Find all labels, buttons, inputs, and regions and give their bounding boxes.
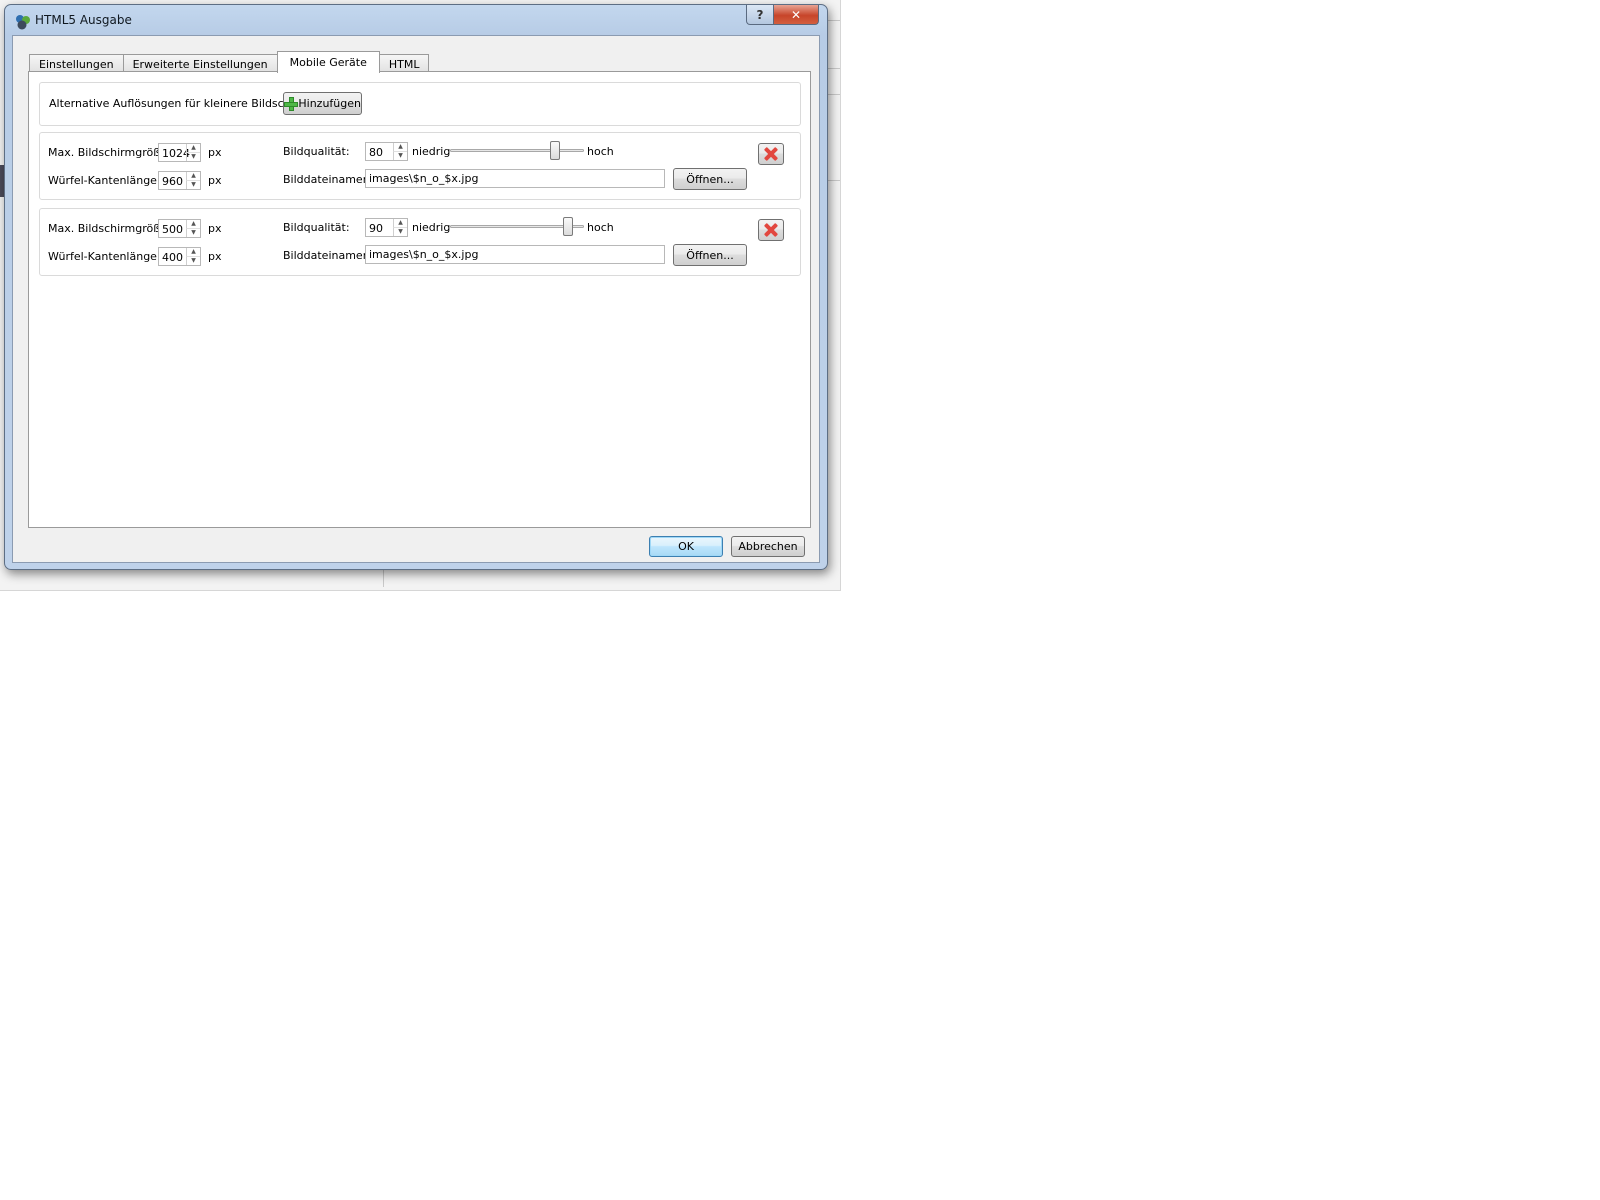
image-filename-input[interactable] xyxy=(365,169,665,188)
slider-thumb[interactable] xyxy=(562,217,573,236)
mobile-devices-panel: Alternative Auflösungen für kleinere Bil… xyxy=(28,71,811,528)
html5-output-dialog: HTML5 Ausgabe ? ✕ Einstellungen Erweiter… xyxy=(4,4,828,570)
max-screen-size-spinner[interactable]: 500 ▲ ▼ xyxy=(158,219,201,238)
max-screen-size-spinner[interactable]: 1024 ▲ ▼ xyxy=(158,143,201,162)
spin-up-icon[interactable]: ▲ xyxy=(186,172,200,181)
px-unit-label: px xyxy=(208,250,222,263)
max-screen-size-value: 500 xyxy=(162,223,183,236)
cube-edge-length-label: Würfel-Kantenlänge: xyxy=(48,174,161,187)
image-quality-spinner[interactable]: 80 ▲ ▼ xyxy=(365,142,408,161)
ok-button[interactable]: OK xyxy=(649,536,723,557)
px-unit-label: px xyxy=(208,174,222,187)
image-quality-spinner[interactable]: 90 ▲ ▼ xyxy=(365,218,408,237)
spin-up-icon[interactable]: ▲ xyxy=(186,248,200,257)
image-quality-value: 80 xyxy=(369,146,383,159)
spin-up-icon[interactable]: ▲ xyxy=(186,144,200,153)
image-quality-label: Bildqualität: xyxy=(283,145,350,158)
open-file-button[interactable]: Öffnen... xyxy=(673,244,747,266)
alternative-resolutions-label: Alternative Auflösungen für kleinere Bil… xyxy=(49,97,320,110)
title-bar[interactable]: HTML5 Ausgabe ? ✕ xyxy=(5,5,827,37)
spin-up-icon[interactable]: ▲ xyxy=(186,220,200,229)
help-button[interactable]: ? xyxy=(746,5,774,25)
quality-low-label: niedrig xyxy=(412,145,451,158)
spin-up-icon[interactable]: ▲ xyxy=(393,143,407,152)
px-unit-label: px xyxy=(208,222,222,235)
spin-down-icon[interactable]: ▼ xyxy=(186,153,200,161)
tab-mobile-geraete[interactable]: Mobile Geräte xyxy=(276,51,380,73)
max-screen-size-label: Max. Bildschirmgröße: xyxy=(48,222,171,235)
image-filename-input[interactable] xyxy=(365,245,665,264)
alternative-resolutions-group: Alternative Auflösungen für kleinere Bil… xyxy=(39,82,801,126)
cube-edge-length-spinner[interactable]: 400 ▲ ▼ xyxy=(158,247,201,266)
quality-high-label: hoch xyxy=(587,221,614,234)
remove-icon xyxy=(764,223,778,237)
spin-down-icon[interactable]: ▼ xyxy=(393,228,407,236)
add-resolution-button[interactable]: Hinzufügen xyxy=(283,92,362,115)
cube-edge-length-value: 400 xyxy=(162,251,183,264)
cube-edge-length-label: Würfel-Kantenlänge: xyxy=(48,250,161,263)
quality-high-label: hoch xyxy=(587,145,614,158)
image-quality-slider[interactable] xyxy=(450,216,584,238)
image-filename-label: Bilddateinamen: xyxy=(283,173,374,186)
remove-icon xyxy=(764,147,778,161)
plus-icon xyxy=(284,96,299,111)
remove-resolution-button[interactable] xyxy=(758,143,784,165)
px-unit-label: px xyxy=(208,146,222,159)
window-title: HTML5 Ausgabe xyxy=(35,13,132,27)
remove-resolution-button[interactable] xyxy=(758,219,784,241)
slider-thumb[interactable] xyxy=(549,141,560,160)
image-filename-label: Bilddateinamen: xyxy=(283,249,374,262)
app-icon xyxy=(16,15,30,30)
max-screen-size-label: Max. Bildschirmgröße: xyxy=(48,146,171,159)
image-quality-value: 90 xyxy=(369,222,383,235)
spin-down-icon[interactable]: ▼ xyxy=(393,152,407,160)
cube-edge-length-value: 960 xyxy=(162,175,183,188)
close-button[interactable]: ✕ xyxy=(774,5,819,25)
slider-track[interactable] xyxy=(450,149,584,152)
image-quality-slider[interactable] xyxy=(450,140,584,162)
open-file-button[interactable]: Öffnen... xyxy=(673,168,747,190)
resolution-row: Max. Bildschirmgröße: 1024 ▲ ▼ px Würfel… xyxy=(39,132,801,200)
add-resolution-label: Hinzufügen xyxy=(298,97,361,110)
quality-low-label: niedrig xyxy=(412,221,451,234)
spin-down-icon[interactable]: ▼ xyxy=(186,181,200,189)
cancel-button[interactable]: Abbrechen xyxy=(731,536,805,557)
dialog-client-area: Einstellungen Erweiterte Einstellungen M… xyxy=(12,35,820,563)
image-quality-label: Bildqualität: xyxy=(283,221,350,234)
spin-down-icon[interactable]: ▼ xyxy=(186,257,200,265)
spin-up-icon[interactable]: ▲ xyxy=(393,219,407,228)
cube-edge-length-spinner[interactable]: 960 ▲ ▼ xyxy=(158,171,201,190)
spin-down-icon[interactable]: ▼ xyxy=(186,229,200,237)
resolution-row: Max. Bildschirmgröße: 500 ▲ ▼ px Würfel-… xyxy=(39,208,801,276)
tab-bar: Einstellungen Erweiterte Einstellungen M… xyxy=(29,50,430,73)
